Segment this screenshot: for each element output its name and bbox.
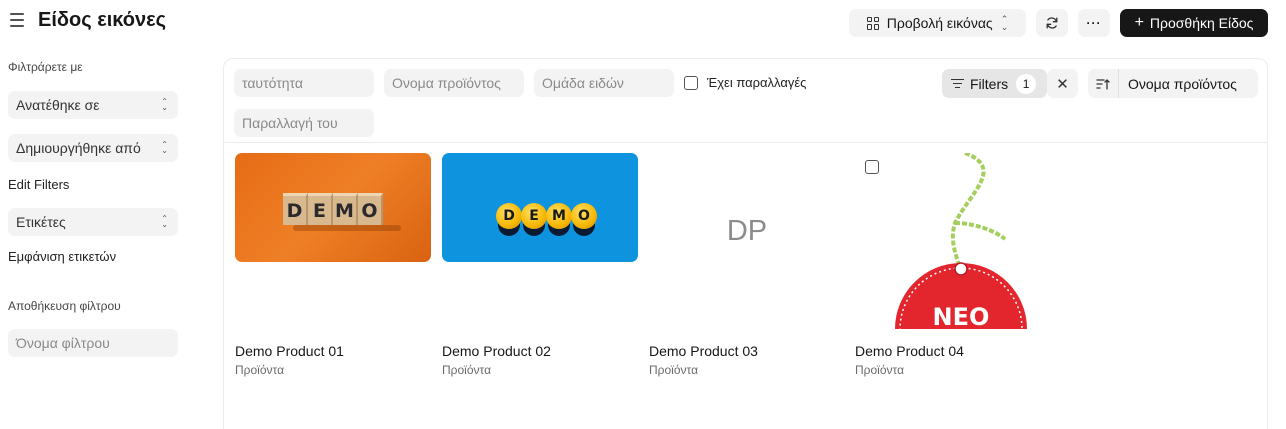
product-image: D E M O (442, 153, 638, 262)
sidebar: Φιλτράρετε με Ανατέθηκε σε ⌃ ⌄ Δημιουργήθ… (0, 44, 200, 429)
updown-icon: ⌃ ⌄ (161, 140, 168, 155)
card-title[interactable]: Demo Product 04 (855, 343, 964, 359)
view-selector[interactable]: Προβολή εικόνας ⌃ ⌄ (849, 9, 1026, 37)
filter-icon (951, 78, 964, 90)
product-card[interactable]: NEO Demo Product 04 Προϊόντα (855, 153, 1051, 377)
updown-icon: ⌃ ⌄ (161, 214, 168, 229)
plus-icon: + (1134, 14, 1144, 31)
product-card[interactable]: DP Demo Product 03 Προϊόντα (649, 143, 845, 377)
ball: O (571, 203, 597, 229)
more-button[interactable]: ··· (1078, 9, 1110, 37)
variant-of-filter-input[interactable]: Παραλλαγή του (234, 109, 374, 137)
sort-direction-button[interactable] (1088, 69, 1119, 98)
tag-text: NEO (933, 303, 990, 329)
main-panel: ταυτότητα Ονομα προϊόντος Ομάδα ειδών Έχ… (223, 58, 1268, 429)
has-variants-label: Έχει παραλλαγές (707, 75, 807, 90)
refresh-button[interactable] (1036, 9, 1068, 37)
product-image: NEO (855, 153, 1051, 329)
block: D (283, 193, 308, 225)
card-title[interactable]: Demo Product 03 (649, 343, 758, 359)
card-subtitle: Προϊόντα (442, 363, 492, 377)
product-card[interactable]: D E M O Demo Product 01 Προϊόντα (235, 153, 431, 377)
show-tags-link[interactable]: Εμφάνιση ετικετών (8, 249, 116, 264)
menu-icon[interactable] (10, 13, 26, 29)
block: E (308, 193, 333, 225)
has-variants-checkbox[interactable] (684, 75, 698, 90)
filters-label: Filters (970, 75, 1009, 92)
card-title[interactable]: Demo Product 01 (235, 343, 344, 359)
card-subtitle: Προϊόντα (855, 363, 905, 377)
filter-bar: ταυτότητα Ονομα προϊόντος Ομάδα ειδών Έχ… (224, 59, 1267, 143)
block: O (358, 193, 383, 225)
filter-by-label: Φιλτράρετε με (8, 60, 83, 74)
refresh-icon (1046, 17, 1058, 29)
product-card[interactable]: D E M O Demo Product 02 Προϊόντα (442, 153, 638, 377)
card-title[interactable]: Demo Product 02 (442, 343, 551, 359)
item-name-filter-input[interactable]: Ονομα προϊόντος (384, 69, 524, 97)
updown-icon: ⌃ ⌄ (161, 97, 168, 112)
created-by-label: Δημιουργήθηκε από (16, 140, 141, 156)
view-selector-label: Προβολή εικόνας (886, 15, 993, 31)
product-image: D E M O (235, 153, 431, 262)
has-variants-filter[interactable]: Έχει παραλλαγές (684, 75, 806, 90)
add-item-label: Προσθήκη Είδος (1149, 15, 1254, 31)
ball: M (546, 203, 572, 229)
sale-tag-image: NEO (895, 153, 1027, 329)
card-subtitle: Προϊόντα (235, 363, 285, 377)
card-subtitle: Προϊόντα (649, 363, 699, 377)
assigned-to-select[interactable]: Ανατέθηκε σε ⌃ ⌄ (8, 91, 178, 119)
demo-balls: D E M O (496, 203, 597, 229)
updown-icon: ⌃ ⌄ (1000, 14, 1009, 32)
tags-label: Ετικέτες (16, 214, 66, 230)
filters-count-badge: 1 (1016, 73, 1037, 94)
item-group-filter-input[interactable]: Ομάδα ειδών (534, 69, 674, 97)
block: M (333, 193, 358, 225)
filter-name-input[interactable]: Όνομα φίλτρου (8, 329, 178, 357)
demo-blocks: D E M O (283, 193, 383, 225)
edit-filters-link[interactable]: Edit Filters (8, 177, 69, 192)
page-title: Είδος εικόνες (38, 9, 166, 31)
page-header: Είδος εικόνες Προβολή εικόνας ⌃ ⌄ ··· + Π… (0, 0, 1286, 44)
image-placeholder: DP (649, 143, 845, 319)
sort-field-button[interactable]: Ονομα προϊόντος (1119, 69, 1258, 98)
grid-icon (866, 16, 880, 30)
clear-filters-button[interactable]: ✕ (1047, 69, 1078, 98)
ball: D (496, 203, 522, 229)
created-by-select[interactable]: Δημιουργήθηκε από ⌃ ⌄ (8, 134, 178, 162)
save-filter-label: Αποθήκευση φίλτρου (8, 299, 121, 313)
assigned-to-label: Ανατέθηκε σε (16, 97, 100, 113)
more-icon: ··· (1086, 16, 1102, 30)
block-shadow (293, 225, 401, 231)
ball: E (521, 203, 547, 229)
add-item-button[interactable]: + Προσθήκη Είδος (1120, 9, 1268, 37)
card-select-checkbox[interactable] (865, 160, 879, 174)
id-filter-input[interactable]: ταυτότητα (234, 69, 374, 97)
filters-button[interactable]: Filters 1 (942, 69, 1047, 98)
tags-select[interactable]: Ετικέτες ⌃ ⌄ (8, 208, 178, 236)
sort-icon (1096, 78, 1110, 90)
close-icon: ✕ (1056, 75, 1069, 93)
